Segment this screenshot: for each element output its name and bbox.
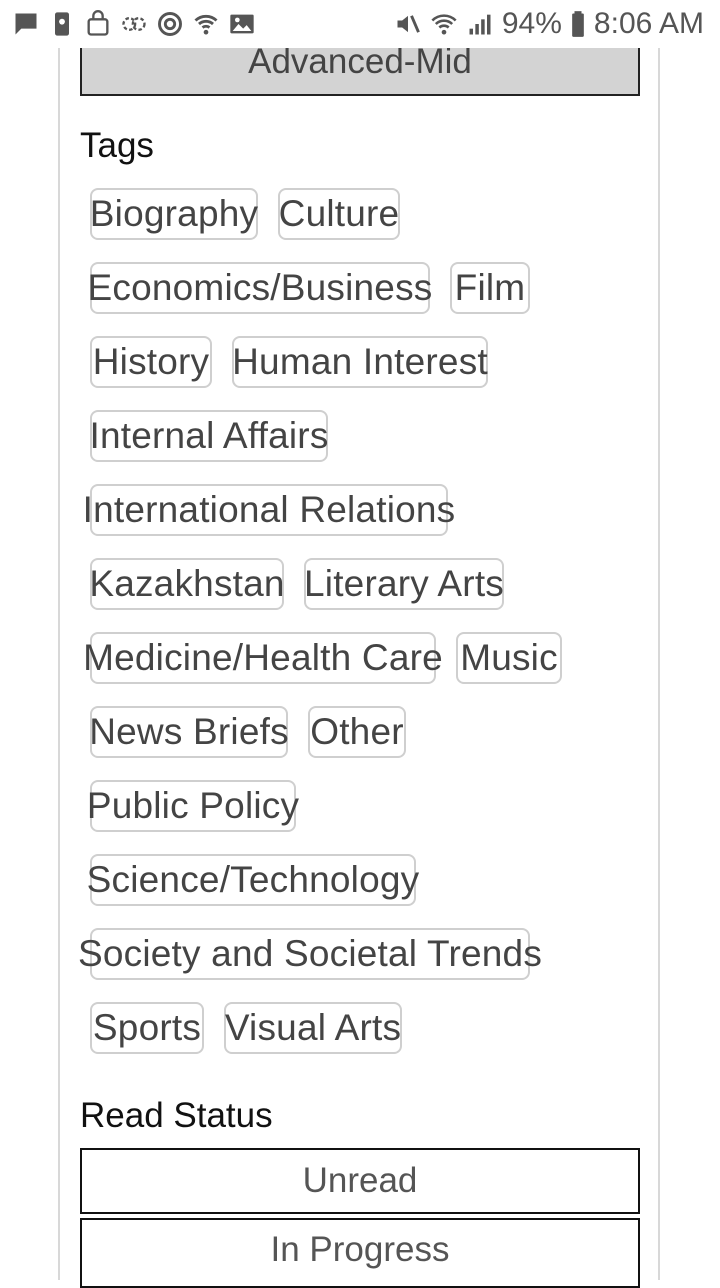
tag-news-briefs[interactable]: News Briefs (89, 706, 289, 758)
tag-society-and-societal-trends[interactable]: Society and Societal Trends (78, 928, 542, 980)
bag-icon (84, 10, 112, 38)
tag-biography[interactable]: Biography (90, 188, 258, 240)
battery-percent: 94% (501, 7, 562, 40)
tag-film[interactable]: Film (450, 262, 530, 314)
tag-international-relations[interactable]: International Relations (83, 484, 455, 536)
tag-other[interactable]: Other (308, 706, 406, 758)
wifi-call-icon (192, 10, 220, 38)
mute-icon (394, 10, 422, 38)
tag-human-interest[interactable]: Human Interest (232, 336, 488, 388)
tag-music[interactable]: Music (456, 632, 562, 684)
tag-medicine-health-care[interactable]: Medicine/Health Care (83, 632, 443, 684)
status-bar-system: 94% 8:06 AM (394, 7, 720, 41)
tags-title: Tags (80, 126, 154, 165)
status-bar: 94% 8:06 AM (0, 0, 720, 48)
tag-visual-arts[interactable]: Visual Arts (224, 1002, 402, 1054)
wifi-icon (430, 10, 458, 38)
battery-icon (570, 10, 586, 38)
phone-lock-icon (48, 10, 76, 38)
tag-public-policy[interactable]: Public Policy (87, 780, 299, 832)
tag-sports[interactable]: Sports (90, 1002, 204, 1054)
tag-internal-affairs[interactable]: Internal Affairs (89, 410, 328, 462)
clock: 8:06 AM (593, 7, 704, 40)
tag-culture[interactable]: Culture (278, 188, 400, 240)
tag-science-technology[interactable]: Science/Technology (87, 854, 419, 906)
target-icon (156, 10, 184, 38)
tag-kazakhstan[interactable]: Kazakhstan (89, 558, 284, 610)
tag-history[interactable]: History (90, 336, 212, 388)
chat-icon (12, 10, 40, 38)
status-bar-notifications (0, 10, 256, 38)
in-progress-button[interactable]: In Progress (80, 1218, 640, 1288)
read-status-title: Read Status (80, 1096, 273, 1135)
unread-button[interactable]: Unread (80, 1148, 640, 1214)
tag-economics-business[interactable]: Economics/Business (88, 262, 432, 314)
link-icon (120, 10, 148, 38)
signal-icon (466, 10, 494, 38)
image-icon (228, 10, 256, 38)
tag-literary-arts[interactable]: Literary Arts (304, 558, 504, 610)
